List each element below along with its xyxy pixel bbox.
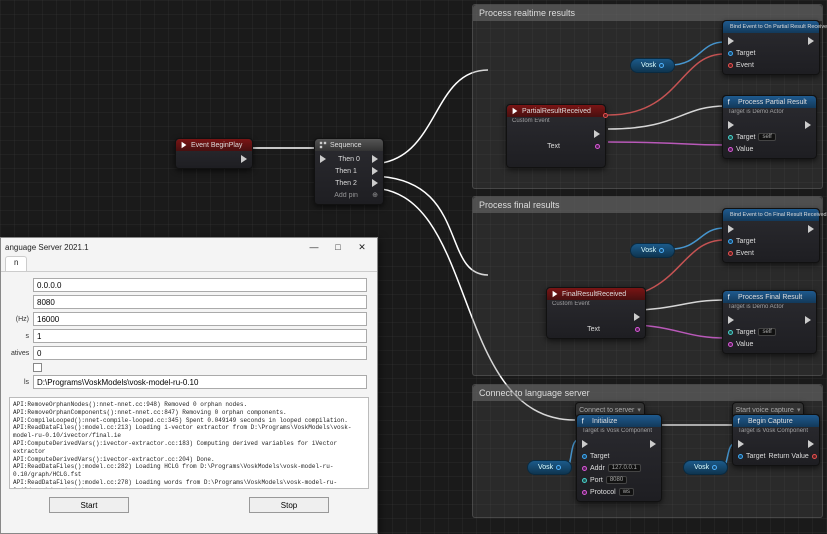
vosk-out-pin[interactable]: [712, 465, 717, 470]
then1-pin[interactable]: [372, 167, 378, 175]
exec-in-pin[interactable]: [582, 440, 588, 448]
then0-pin[interactable]: [372, 155, 378, 163]
svg-text:f: f: [738, 417, 740, 425]
exec-out-pin[interactable]: [808, 225, 814, 233]
exec-out-pin[interactable]: [808, 440, 814, 448]
text-pin[interactable]: [635, 327, 640, 332]
vosk-out-pin[interactable]: [556, 465, 561, 470]
model-path-input[interactable]: [33, 375, 367, 389]
value-pin[interactable]: [728, 342, 733, 347]
dialog-titlebar[interactable]: anguage Server 2021.1 — □ ✕: [1, 238, 377, 256]
node-sequence[interactable]: Sequence Then 0 Then 1 Then 2 Add pin⊕: [314, 138, 384, 205]
exec-in-pin[interactable]: [728, 121, 734, 129]
stop-button[interactable]: Stop: [249, 497, 329, 513]
target-pin[interactable]: [582, 454, 587, 459]
arrow-icon: [180, 141, 188, 149]
alternatives-input[interactable]: [33, 346, 367, 360]
port-input[interactable]: [33, 295, 367, 309]
svg-text:f: f: [728, 98, 730, 106]
vosk-var-capture[interactable]: Vosk: [683, 460, 728, 475]
event-pin[interactable]: [728, 63, 733, 68]
node-begin-capture[interactable]: fBegin Capture Target is Vosk Component …: [732, 414, 820, 466]
vosk-out-pin[interactable]: [659, 63, 664, 68]
language-server-dialog[interactable]: anguage Server 2021.1 — □ ✕ n (Hz) s ati…: [0, 237, 378, 534]
f-icon: f: [737, 417, 745, 425]
svg-text:f: f: [582, 417, 584, 425]
exec-in-pin[interactable]: [728, 37, 734, 45]
node-bind-final[interactable]: fBind Event to On Final Result Received …: [722, 208, 820, 263]
dialog-title: anguage Server 2021.1: [5, 243, 89, 252]
then2-pin[interactable]: [372, 179, 378, 187]
node-partial-received[interactable]: PartialResultReceived Custom Event Text: [506, 104, 606, 168]
s-input[interactable]: [33, 329, 367, 343]
delegate-pin[interactable]: [603, 113, 608, 118]
node-initialize[interactable]: fInitialize Target is Vosk Component Tar…: [576, 414, 662, 502]
vosk-var-final[interactable]: Vosk: [630, 243, 675, 258]
exec-out-pin[interactable]: [805, 316, 811, 324]
exec-out-pin[interactable]: [650, 440, 656, 448]
group-title: Connect to language server: [473, 385, 822, 401]
exec-in-pin[interactable]: [728, 316, 734, 324]
exec-out-pin[interactable]: [805, 121, 811, 129]
return-pin[interactable]: [812, 454, 817, 459]
sequence-icon: [319, 141, 327, 149]
event-icon: [551, 290, 559, 298]
checkbox[interactable]: [33, 363, 42, 372]
target-pin[interactable]: [728, 330, 733, 335]
port-pin[interactable]: [582, 478, 587, 483]
node-bind-partial[interactable]: fBind Event to On Partial Result Receive…: [722, 20, 820, 75]
node-process-partial[interactable]: fProcess Partial Result Target is Demo A…: [722, 95, 817, 159]
maximize-button[interactable]: □: [327, 240, 349, 254]
f-icon: f: [727, 98, 735, 106]
f-icon: f: [727, 293, 735, 301]
exec-out-pin[interactable]: [594, 130, 600, 138]
protocol-pin[interactable]: [582, 490, 587, 495]
close-button[interactable]: ✕: [351, 240, 373, 254]
minimize-button[interactable]: —: [303, 240, 325, 254]
text-pin[interactable]: [595, 144, 600, 149]
exec-in-pin[interactable]: [320, 155, 326, 163]
event-icon: [511, 107, 519, 115]
vosk-out-pin[interactable]: [659, 248, 664, 253]
event-pin[interactable]: [728, 251, 733, 256]
vosk-var-realtime[interactable]: Vosk: [630, 58, 675, 73]
start-button[interactable]: Start: [49, 497, 129, 513]
node-event-beginplay[interactable]: Event BeginPlay: [175, 138, 253, 169]
svg-text:f: f: [728, 293, 730, 301]
dialog-form: (Hz) s atives ls: [1, 272, 377, 395]
rate-input[interactable]: [33, 312, 367, 326]
target-pin[interactable]: [738, 454, 743, 459]
exec-out-pin[interactable]: [808, 37, 814, 45]
target-pin[interactable]: [728, 239, 733, 244]
node-final-received[interactable]: FinalResultReceived Custom Event Text: [546, 287, 646, 339]
group-title: Process realtime results: [473, 5, 822, 21]
addr-input[interactable]: [33, 278, 367, 292]
target-pin[interactable]: [728, 51, 733, 56]
value-pin[interactable]: [728, 147, 733, 152]
addr-pin[interactable]: [582, 466, 587, 471]
exec-in-pin[interactable]: [738, 440, 744, 448]
exec-out-pin[interactable]: [241, 155, 247, 163]
node-process-final[interactable]: fProcess Final Result Target is Demo Act…: [722, 290, 817, 354]
target-pin[interactable]: [728, 135, 733, 140]
vosk-var-init[interactable]: Vosk: [527, 460, 572, 475]
exec-in-pin[interactable]: [728, 225, 734, 233]
log-output: API:RemoveOrphanNodes():nnet-nnet.cc:948…: [9, 397, 369, 489]
exec-out-pin[interactable]: [634, 313, 640, 321]
f-icon: f: [581, 417, 589, 425]
dialog-tab[interactable]: n: [5, 256, 27, 271]
